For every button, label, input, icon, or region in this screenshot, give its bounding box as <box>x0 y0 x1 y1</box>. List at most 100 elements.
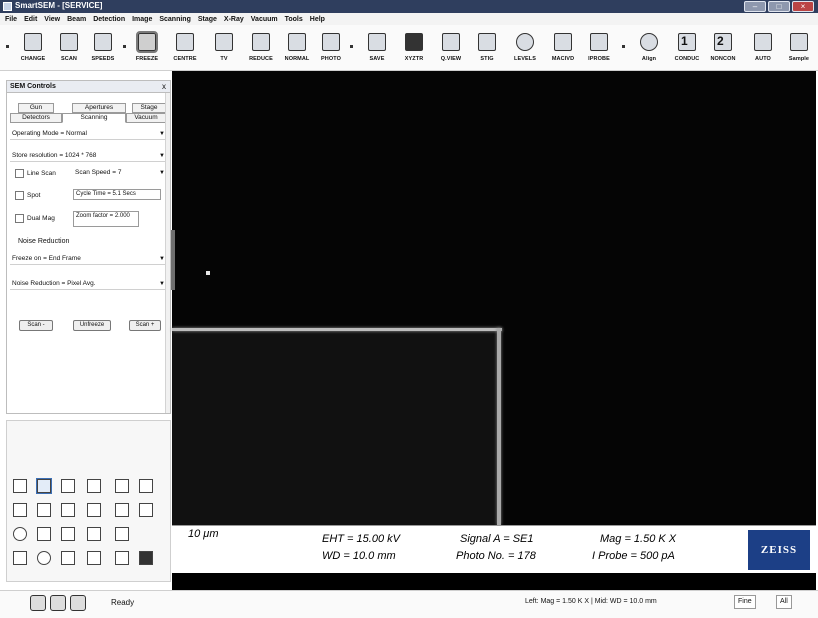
all-control-toggle[interactable]: All <box>776 595 792 609</box>
ellipse-tool-icon[interactable] <box>13 527 27 541</box>
minimize-button[interactable]: – <box>744 1 766 12</box>
tab-apertures[interactable]: Apertures <box>72 103 126 113</box>
menu-edit[interactable]: Edit <box>24 16 37 23</box>
toolbar-sample-button[interactable]: Sample <box>782 33 816 69</box>
toolbar-separator <box>350 45 353 48</box>
toolbar-photo-button[interactable]: PHOTO <box>314 33 348 69</box>
fine-control-toggle[interactable]: Fine <box>734 595 756 609</box>
toolbar-align-button[interactable]: Align <box>632 33 666 69</box>
macivd-icon <box>554 33 572 51</box>
sample-icon <box>790 33 808 51</box>
cross-tool-icon[interactable] <box>139 479 153 493</box>
panel-splitter-handle[interactable] <box>171 230 175 290</box>
toolbar-auto-button[interactable]: AUTO <box>746 33 780 69</box>
toolbar-conduc-button[interactable]: 1 CONDUC <box>670 33 704 69</box>
unfreeze-button[interactable]: Unfreeze <box>73 320 111 331</box>
print-status-icon[interactable] <box>50 595 66 611</box>
disabled-tool-icon[interactable] <box>115 479 129 493</box>
line-tool-icon[interactable] <box>115 503 129 517</box>
scale-tool-icon[interactable] <box>87 551 101 565</box>
iprobe-value: I Probe = 500 pA <box>592 550 675 562</box>
tab-vacuum[interactable]: Vacuum <box>126 113 166 123</box>
microscope-status-icon[interactable] <box>30 595 46 611</box>
tab-gun[interactable]: Gun <box>18 103 54 113</box>
menu-file[interactable]: File <box>5 16 17 23</box>
menu-image[interactable]: Image <box>132 16 152 23</box>
image-tool-icon[interactable] <box>13 479 27 493</box>
freeze-on-select[interactable]: Freeze on = End Frame ▼ <box>10 254 167 265</box>
menu-help[interactable]: Help <box>310 16 325 23</box>
panel-scrollbar[interactable] <box>165 93 170 413</box>
tab-scanning[interactable]: Scanning <box>62 113 126 123</box>
menu-scanning[interactable]: Scanning <box>159 16 191 23</box>
menu-detection[interactable]: Detection <box>93 16 125 23</box>
sem-sample-edge-vertical <box>497 328 501 525</box>
scan-minus-button[interactable]: Scan - <box>19 320 53 331</box>
toolbar-xyztr-button[interactable]: XYZTR <box>397 33 431 69</box>
stamp-tool-icon[interactable] <box>13 503 27 517</box>
camera-status-icon[interactable] <box>70 595 86 611</box>
pointer-tool-icon[interactable] <box>36 478 52 494</box>
panel-close-icon[interactable]: x <box>162 82 166 91</box>
circle-tool-icon[interactable] <box>37 551 51 565</box>
label-tool-icon[interactable] <box>61 503 75 517</box>
text-tool-icon[interactable] <box>37 503 51 517</box>
toolbar-freeze-button[interactable]: FREEZE <box>130 31 164 69</box>
toolbar-speeds-button[interactable]: SPEEDS <box>86 33 120 69</box>
scan-speed-select[interactable]: Scan Speed = 7 ▼ <box>73 168 167 179</box>
check-tool-icon[interactable] <box>13 551 27 565</box>
menu-tools[interactable]: Tools <box>285 16 303 23</box>
toolbar-macivd-button[interactable]: MACIVD <box>546 33 580 69</box>
noise-reduction-select[interactable]: Noise Reduction = Pixel Avg. ▼ <box>10 279 167 290</box>
toolbar-levels-button[interactable]: LEVELS <box>508 33 542 69</box>
line-scan-checkbox[interactable] <box>15 169 24 178</box>
photo-number-value: Photo No. = 178 <box>456 550 536 562</box>
marker-tool-icon[interactable] <box>61 551 75 565</box>
tab-stage[interactable]: Stage <box>132 103 166 113</box>
maximize-button[interactable]: □ <box>768 1 790 12</box>
toolbar-quickview-button[interactable]: Q.VIEW <box>434 33 468 69</box>
bar-tool-icon[interactable] <box>115 551 129 565</box>
zoom-factor-field[interactable]: Zoom factor = 2.000 <box>73 211 139 227</box>
dual-mag-checkbox[interactable] <box>15 214 24 223</box>
print-tool-icon[interactable] <box>87 503 101 517</box>
toolbar-reduce-button[interactable]: REDUCE <box>244 33 278 69</box>
tab-detectors[interactable]: Detectors <box>10 113 62 123</box>
menu-vacuum[interactable]: Vacuum <box>251 16 278 23</box>
measure-tool-icon[interactable] <box>61 527 75 541</box>
scan-plus-button[interactable]: Scan + <box>129 320 161 331</box>
cycle-time-field[interactable]: Cycle Time = 5.1 Secs <box>73 189 161 200</box>
window-title: SmartSEM - [SERVICE] <box>15 1 103 10</box>
menu-view[interactable]: View <box>44 16 60 23</box>
noise-reduction-value: Noise Reduction = Pixel Avg. <box>12 280 96 287</box>
conduc-icon: 1 <box>678 33 696 51</box>
distance-tool-icon[interactable] <box>87 527 101 541</box>
polygon-tool-icon[interactable] <box>37 527 51 541</box>
folder-tool-icon[interactable] <box>87 479 101 493</box>
toolbar-separator <box>622 45 625 48</box>
menu-stage[interactable]: Stage <box>198 16 217 23</box>
toolbar-noncon-button[interactable]: 2 NONCON <box>706 33 740 69</box>
toolbar-centre-button[interactable]: CENTRE <box>168 33 202 69</box>
toolbar-normal-button[interactable]: NORMAL <box>280 33 314 69</box>
menu-beam[interactable]: Beam <box>67 16 86 23</box>
toolbar-scan-button[interactable]: SCAN <box>52 33 86 69</box>
eht-value: EHT = 15.00 kV <box>322 533 400 545</box>
spot-checkbox[interactable] <box>15 191 24 200</box>
angle-tool-icon[interactable] <box>115 527 129 541</box>
panel-tabs: Gun Apertures Stage Detectors Scanning V… <box>10 103 167 125</box>
info-tool-icon[interactable] <box>139 551 153 565</box>
rectangle-tool-icon[interactable] <box>139 503 153 517</box>
operating-mode-select[interactable]: Operating Mode = Normal ▼ <box>10 129 167 140</box>
sem-sample-region <box>172 331 497 525</box>
toolbar-change-button[interactable]: CHANGE <box>16 33 50 69</box>
menu-xray[interactable]: X-Ray <box>224 16 244 23</box>
toolbar-tv-button[interactable]: TV <box>207 33 241 69</box>
toolbar-iprobe-button[interactable]: IPROBE <box>582 33 616 69</box>
close-button[interactable]: × <box>792 1 814 12</box>
toolbar-save-button[interactable]: SAVE <box>360 33 394 69</box>
store-resolution-select[interactable]: Store resolution = 1024 * 768 ▼ <box>10 151 167 162</box>
status-bar: Ready Left: Mag = 1.50 K X | Mid: WD = 1… <box>0 590 818 618</box>
camera-tool-icon[interactable] <box>61 479 75 493</box>
toolbar-stig-button[interactable]: STIG <box>470 33 504 69</box>
